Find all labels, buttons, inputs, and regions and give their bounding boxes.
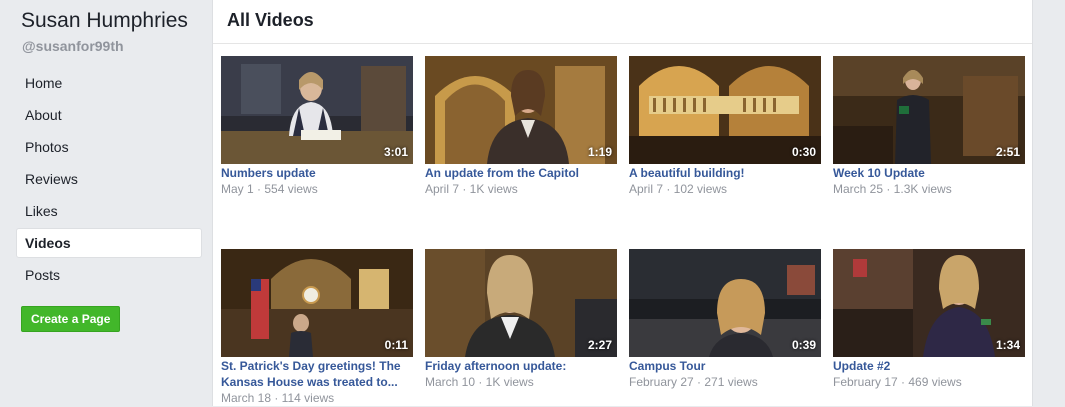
nav-item-photos[interactable]: Photos — [16, 132, 202, 162]
video-meta: March 10 · 1K views — [425, 375, 534, 389]
video-meta: April 7 · 1K views — [425, 182, 518, 196]
video-title-link[interactable]: A beautiful building! — [629, 165, 821, 181]
video-duration: 1:34 — [995, 338, 1020, 352]
video-card[interactable]: 2:27 Friday afternoon update: March 10 ·… — [425, 249, 617, 391]
page-sidebar: Susan Humphries @susanfor99th Home About… — [0, 0, 212, 406]
video-title-link[interactable]: An update from the Capitol — [425, 165, 617, 181]
video-meta: February 17 · 469 views — [833, 375, 962, 389]
video-meta: February 27 · 271 views — [629, 375, 758, 389]
page-name[interactable]: Susan Humphries — [21, 9, 188, 33]
nav-item-home[interactable]: Home — [16, 68, 202, 98]
video-duration: 1:19 — [587, 145, 612, 159]
video-title-link[interactable]: Week 10 Update — [833, 165, 1025, 181]
video-thumbnail[interactable]: 1:34 — [833, 249, 1025, 357]
video-thumbnail[interactable]: 2:27 — [425, 249, 617, 357]
video-card[interactable]: 1:34 Update #2 February 17 · 469 views — [833, 249, 1025, 391]
video-card[interactable]: 2:51 Week 10 Update March 25 · 1.3K view… — [833, 56, 1025, 198]
video-meta: March 18 · 114 views — [221, 391, 335, 405]
video-title-link[interactable]: Campus Tour — [629, 358, 821, 374]
video-duration: 3:01 — [383, 145, 408, 159]
video-thumbnail[interactable]: 0:30 — [629, 56, 821, 164]
right-gutter — [1033, 0, 1065, 406]
video-card[interactable]: 3:01 Numbers update May 1 · 554 views — [221, 56, 413, 198]
video-thumbnail[interactable]: 0:39 — [629, 249, 821, 357]
nav-item-reviews[interactable]: Reviews — [16, 164, 202, 194]
video-card[interactable]: 1:19 An update from the Capitol April 7 … — [425, 56, 617, 198]
video-thumbnail[interactable]: 3:01 — [221, 56, 413, 164]
video-card[interactable]: 0:30 A beautiful building! April 7 · 102… — [629, 56, 821, 198]
video-title-link[interactable]: St. Patrick's Day greetings! The Kansas … — [221, 358, 413, 390]
video-duration: 2:51 — [995, 145, 1020, 159]
video-meta: April 7 · 102 views — [629, 182, 728, 196]
nav-item-likes[interactable]: Likes — [16, 196, 202, 226]
video-title-link[interactable]: Update #2 — [833, 358, 1025, 374]
nav-item-videos[interactable]: Videos — [16, 228, 202, 258]
video-duration: 0:39 — [791, 338, 816, 352]
nav-item-about[interactable]: About — [16, 100, 202, 130]
video-title-link[interactable]: Friday afternoon update: — [425, 358, 617, 374]
videos-title: All Videos — [227, 10, 314, 30]
video-meta: May 1 · 554 views — [221, 182, 318, 196]
video-meta: March 25 · 1.3K views — [833, 182, 952, 196]
video-card[interactable]: 0:11 St. Patrick's Day greetings! The Ka… — [221, 249, 413, 407]
video-thumbnail[interactable]: 2:51 — [833, 56, 1025, 164]
video-duration: 0:11 — [384, 338, 408, 352]
page-handle: @susanfor99th — [22, 38, 124, 54]
videos-header: All Videos — [213, 0, 1032, 44]
videos-panel: All Videos 3:01 Numbers update May 1 · 5… — [212, 0, 1033, 406]
page-nav: Home About Photos Reviews Likes Videos P… — [16, 68, 202, 292]
create-page-button[interactable]: Create a Page — [21, 306, 121, 332]
video-duration: 0:30 — [791, 145, 816, 159]
video-thumbnail[interactable]: 1:19 — [425, 56, 617, 164]
video-thumbnail[interactable]: 0:11 — [221, 249, 413, 357]
nav-item-posts[interactable]: Posts — [16, 260, 202, 290]
video-card[interactable]: 0:39 Campus Tour February 27 · 271 views — [629, 249, 821, 391]
video-duration: 2:27 — [587, 338, 612, 352]
video-title-link[interactable]: Numbers update — [221, 165, 413, 181]
